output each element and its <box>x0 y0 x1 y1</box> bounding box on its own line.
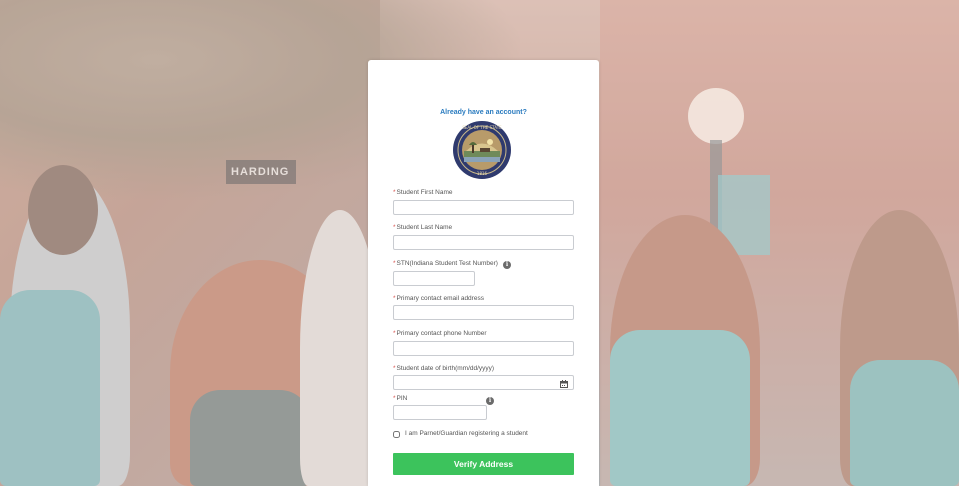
calendar-icon[interactable] <box>560 380 568 388</box>
dob-label: *Student date of birth(mm/dd/yyyy) <box>393 365 494 372</box>
stn-input[interactable] <box>393 271 475 286</box>
required-marker: * <box>393 395 396 402</box>
email-input[interactable] <box>393 305 574 320</box>
email-label-text: Primary contact email address <box>396 295 484 302</box>
svg-text:1816: 1816 <box>477 171 488 176</box>
pin-label-text: PIN <box>396 395 408 402</box>
phone-label-text: Primary contact phone Number <box>396 330 487 337</box>
last-name-label-text: Student Last Name <box>396 224 453 231</box>
phone-label: *Primary contact phone Number <box>393 330 487 337</box>
required-marker: * <box>393 330 396 337</box>
pin-label: *PIN <box>393 395 407 402</box>
indiana-state-seal-icon: SEAL OF THE STATE 1816 <box>453 121 511 179</box>
stn-label-text: STN(Indiana Student Test Number) <box>396 260 498 267</box>
parent-guardian-label: I am Parnet/Guardian registering a stude… <box>405 430 528 437</box>
required-marker: * <box>393 295 396 302</box>
required-marker: * <box>393 260 396 267</box>
verify-address-button[interactable]: Verify Address <box>393 453 574 475</box>
phone-input[interactable] <box>393 341 574 356</box>
svg-text:SEAL OF THE STATE: SEAL OF THE STATE <box>462 125 502 130</box>
already-have-account-link[interactable]: Already have an account? <box>368 109 599 116</box>
first-name-input[interactable] <box>393 200 574 215</box>
stn-label: *STN(Indiana Student Test Number) <box>393 260 498 267</box>
dob-label-text: Student date of birth(mm/dd/yyyy) <box>396 365 495 372</box>
registration-card: Already have an account? SEAL OF THE STA… <box>368 60 599 486</box>
pin-info-icon[interactable]: i <box>486 397 494 405</box>
first-name-label: *Student First Name <box>393 189 453 196</box>
required-marker: * <box>393 189 396 196</box>
email-label: *Primary contact email address <box>393 295 484 302</box>
required-marker: * <box>393 365 396 372</box>
last-name-input[interactable] <box>393 235 574 250</box>
dob-input[interactable] <box>393 375 574 390</box>
first-name-label-text: Student First Name <box>396 189 453 196</box>
stn-info-icon[interactable]: i <box>503 261 511 269</box>
required-marker: * <box>393 224 396 231</box>
pin-input[interactable] <box>393 405 487 420</box>
parent-guardian-checkbox[interactable] <box>393 431 400 438</box>
last-name-label: *Student Last Name <box>393 224 452 231</box>
